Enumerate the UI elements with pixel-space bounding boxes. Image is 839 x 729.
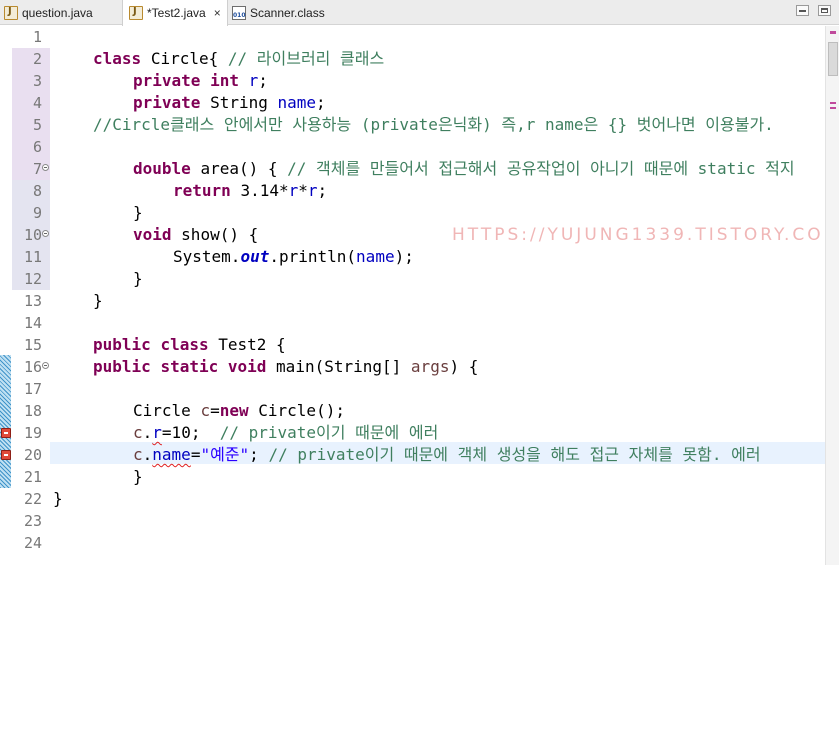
line-number: 20 [23,446,42,464]
line-number: 17 [23,380,42,398]
scroll-thumb[interactable] [828,42,838,76]
code-text-area[interactable]: class Circle{ // 라이브러리 클래스 private int r… [53,26,795,729]
code-editor[interactable]: 1 2 3 4 5 6 7 8 9 10 11 12 13 14 15 16 1… [0,26,839,565]
line-number: 1 [32,28,42,46]
editor-tab-bar: question.java *Test2.java × Scanner.clas… [0,0,839,26]
fold-toggle-icon[interactable] [42,362,49,369]
tab-label: Scanner.class [250,5,325,20]
line-number: 21 [23,468,42,486]
change-marker [0,355,11,488]
tab-label: question.java [22,5,93,20]
code-line-20: c.name="예준"; // private이기 때문에 객체 생성을 해도 … [133,445,761,464]
line-number: 13 [23,292,42,310]
tab-test2-java[interactable]: *Test2.java × [122,0,228,26]
overview-mark[interactable] [830,107,836,109]
overview-ruler[interactable] [825,26,839,565]
code-line-4: private String name; [133,93,326,112]
code-line-3: private int r; [133,71,268,90]
line-number: 23 [23,512,42,530]
maximize-icon[interactable] [818,5,831,16]
code-line-11: System.out.println(name); [173,247,414,266]
line-number: 11 [23,248,42,266]
code-line-19: c.r=10; // private이기 때문에 에러 [133,423,439,442]
code-line-7: double area() { // 객체를 만들어서 접근해서 공유작업이 아… [133,159,795,178]
tab-scanner-class[interactable]: Scanner.class [232,0,325,25]
code-line-18: Circle c=new Circle(); [133,401,345,420]
code-line-21: } [133,467,143,486]
class-file-icon [232,5,246,20]
line-number: 24 [23,534,42,552]
line-number: 14 [23,314,42,332]
line-number: 10 [23,226,42,244]
code-line-10: void show() { [133,225,259,244]
java-file-icon [129,6,143,20]
code-line-2: class Circle{ // 라이브러리 클래스 [93,49,385,68]
line-number: 16 [23,358,42,376]
code-line-16: public static void main(String[] args) { [93,357,479,376]
fold-toggle-icon[interactable] [42,230,49,237]
line-number: 19 [23,424,42,442]
line-number: 22 [23,490,42,508]
code-line-13: } [93,291,103,310]
error-icon[interactable] [1,428,11,438]
code-line-5: //Circle클래스 안에서만 사용하능 (private은닉화) 즉,r n… [93,115,774,134]
watermark-text: HTTPS://YUJUNG1339.TISTORY.COM/ [452,225,839,245]
tab-label: *Test2.java [147,6,206,20]
code-line-22: } [53,489,63,508]
minimize-icon[interactable] [796,5,809,16]
line-number: 2 [32,50,42,68]
error-squiggle[interactable]: r [152,423,162,442]
overview-mark[interactable] [830,102,836,104]
code-line-9: } [133,203,143,222]
line-number: 12 [23,270,42,288]
line-number: 15 [23,336,42,354]
code-line-12: } [133,269,143,288]
line-number: 6 [32,138,42,156]
error-squiggle[interactable]: name [152,445,191,464]
code-line-8: return 3.14*r*r; [173,181,328,200]
line-number: 7 [32,160,42,178]
line-number: 18 [23,402,42,420]
overview-mark[interactable] [830,31,836,34]
error-icon[interactable] [1,450,11,460]
tab-question-java[interactable]: question.java [4,0,93,25]
code-line-15: public class Test2 { [93,335,286,354]
line-number: 3 [32,72,42,90]
line-number: 4 [32,94,42,112]
line-number: 9 [32,204,42,222]
close-icon[interactable]: × [214,6,221,20]
line-number: 5 [32,116,42,134]
line-number: 8 [32,182,42,200]
fold-toggle-icon[interactable] [42,164,49,171]
java-file-icon [4,5,18,20]
